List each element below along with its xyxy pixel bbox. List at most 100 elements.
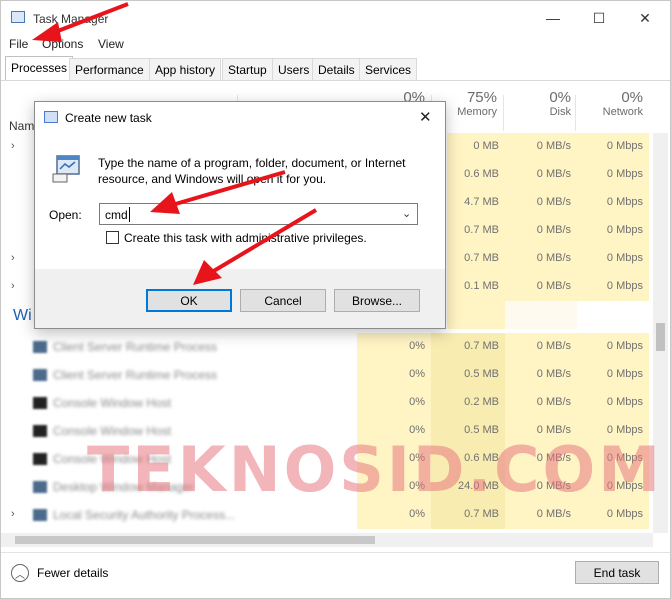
cpu-value: 0% bbox=[409, 368, 425, 380]
task-manager-icon bbox=[11, 11, 25, 23]
cpu-value: 0% bbox=[409, 340, 425, 352]
process-icon bbox=[33, 481, 47, 493]
memory-value: 0.7 MB bbox=[464, 252, 499, 264]
disk-value: 0 MB/s bbox=[536, 396, 571, 408]
tab-services[interactable]: Services bbox=[359, 58, 418, 80]
tab-details[interactable]: Details bbox=[312, 58, 361, 80]
tab-processes[interactable]: Processes bbox=[5, 56, 74, 80]
table-row[interactable]: Client Server Runtime Process 0% 0.7 MB … bbox=[1, 333, 653, 361]
network-value: 0 Mbps bbox=[606, 280, 643, 292]
horizontal-scrollbar[interactable] bbox=[1, 533, 653, 547]
browse-button[interactable]: Browse... bbox=[334, 289, 420, 312]
section-header: Wi bbox=[13, 307, 32, 324]
open-label: Open: bbox=[49, 208, 82, 222]
process-icon bbox=[33, 341, 47, 353]
process-icon bbox=[33, 453, 47, 465]
column-separator bbox=[575, 95, 576, 131]
disk-value: 0 MB/s bbox=[536, 368, 571, 380]
admin-privileges-checkbox[interactable] bbox=[106, 231, 119, 244]
scrollbar-thumb[interactable] bbox=[15, 536, 375, 544]
menu-options[interactable]: Options bbox=[42, 37, 83, 51]
process-name: Local Security Authority Process... bbox=[53, 508, 236, 522]
table-row[interactable]: Console Window Host 0% 0.2 MB 0 MB/s 0 M… bbox=[1, 389, 653, 417]
fewer-details-button[interactable]: ︿ Fewer details bbox=[11, 564, 108, 582]
memory-value: 0.7 MB bbox=[464, 340, 499, 352]
disk-value: 0 MB/s bbox=[536, 140, 571, 152]
dialog-description: Type the name of a program, folder, docu… bbox=[98, 156, 406, 186]
tab-startup[interactable]: Startup bbox=[222, 58, 273, 80]
menu-file[interactable]: File bbox=[9, 37, 28, 51]
column-header-network[interactable]: 0% Network bbox=[591, 89, 643, 118]
maximize-button[interactable]: ☐ bbox=[576, 1, 622, 35]
dialog-title: Create new task bbox=[65, 111, 152, 125]
column-header-memory[interactable]: 75% Memory bbox=[449, 89, 497, 118]
tab-divider bbox=[1, 80, 670, 81]
watermark: TEKNOSID.COM bbox=[87, 433, 663, 506]
table-row[interactable]: Client Server Runtime Process 0% 0.5 MB … bbox=[1, 361, 653, 389]
run-icon bbox=[44, 111, 58, 123]
memory-value: 0.7 MB bbox=[464, 224, 499, 236]
memory-value: 4.7 MB bbox=[464, 196, 499, 208]
dialog-close-button[interactable]: ✕ bbox=[419, 108, 432, 126]
chevron-up-icon: ︿ bbox=[11, 564, 29, 582]
network-value: 0 Mbps bbox=[606, 224, 643, 236]
network-value: 0 Mbps bbox=[606, 168, 643, 180]
memory-value: 0.6 MB bbox=[464, 168, 499, 180]
menu-view[interactable]: View bbox=[98, 37, 124, 51]
memory-cell-bg bbox=[447, 301, 505, 329]
cancel-button[interactable]: Cancel bbox=[240, 289, 326, 312]
fewer-details-label: Fewer details bbox=[37, 566, 109, 580]
create-new-task-dialog: Create new task ✕ Type the name of a pro… bbox=[34, 101, 446, 329]
column-separator bbox=[503, 95, 504, 131]
tab-performance[interactable]: Performance bbox=[69, 58, 150, 80]
network-value: 0 Mbps bbox=[606, 140, 643, 152]
tab-app-history[interactable]: App history bbox=[149, 58, 222, 80]
cpu-value: 0% bbox=[409, 396, 425, 408]
memory-value: 0.2 MB bbox=[464, 396, 499, 408]
title-bar[interactable]: Task Manager — ☐ ✕ bbox=[1, 1, 670, 35]
process-icon bbox=[33, 425, 47, 437]
open-input-value[interactable]: cmd bbox=[105, 208, 128, 222]
end-task-button[interactable]: End task bbox=[575, 561, 659, 584]
dialog-title-bar[interactable]: Create new task ✕ bbox=[35, 102, 445, 133]
close-button[interactable]: ✕ bbox=[622, 1, 668, 35]
open-combobox[interactable]: cmd ⌄ bbox=[99, 203, 418, 225]
column-header-disk[interactable]: 0% Disk bbox=[521, 89, 571, 118]
window-title: Task Manager bbox=[33, 12, 109, 26]
expand-icon[interactable]: › bbox=[11, 280, 15, 292]
memory-value: 0.1 MB bbox=[464, 280, 499, 292]
process-name: Client Server Runtime Process bbox=[53, 368, 218, 382]
run-program-icon bbox=[52, 155, 80, 183]
chevron-down-icon[interactable]: ⌄ bbox=[402, 207, 411, 220]
admin-privileges-label[interactable]: Create this task with administrative pri… bbox=[124, 231, 367, 245]
network-value: 0 Mbps bbox=[606, 368, 643, 380]
network-value: 0 Mbps bbox=[606, 396, 643, 408]
ok-button[interactable]: OK bbox=[146, 289, 232, 312]
process-icon bbox=[33, 509, 47, 521]
scrollbar-thumb[interactable] bbox=[656, 323, 665, 351]
disk-value: 0 MB/s bbox=[536, 340, 571, 352]
disk-value: 0 MB/s bbox=[536, 196, 571, 208]
disk-value: 0 MB/s bbox=[536, 224, 571, 236]
expand-icon[interactable]: › bbox=[11, 252, 15, 264]
text-caret bbox=[129, 207, 130, 222]
memory-value: 0.5 MB bbox=[464, 368, 499, 380]
disk-value: 0 MB/s bbox=[536, 252, 571, 264]
process-name: Console Window Host bbox=[53, 396, 172, 410]
footer: ︿ Fewer details End task bbox=[1, 552, 670, 598]
network-value: 0 Mbps bbox=[606, 252, 643, 264]
network-value: 0 Mbps bbox=[606, 196, 643, 208]
dialog-button-area: OK Cancel Browse... bbox=[35, 269, 445, 328]
minimize-button[interactable]: — bbox=[530, 1, 576, 35]
menu-bar: File Options View bbox=[1, 35, 670, 55]
network-value: 0 Mbps bbox=[606, 340, 643, 352]
process-icon bbox=[33, 369, 47, 381]
process-icon bbox=[33, 397, 47, 409]
process-name: Client Server Runtime Process bbox=[53, 340, 218, 354]
disk-cell-bg bbox=[505, 301, 577, 329]
expand-icon[interactable]: › bbox=[11, 508, 15, 520]
memory-value: 0 MB bbox=[473, 140, 499, 152]
disk-value: 0 MB/s bbox=[536, 280, 571, 292]
tab-users[interactable]: Users bbox=[272, 58, 316, 80]
expand-icon[interactable]: › bbox=[11, 140, 15, 152]
